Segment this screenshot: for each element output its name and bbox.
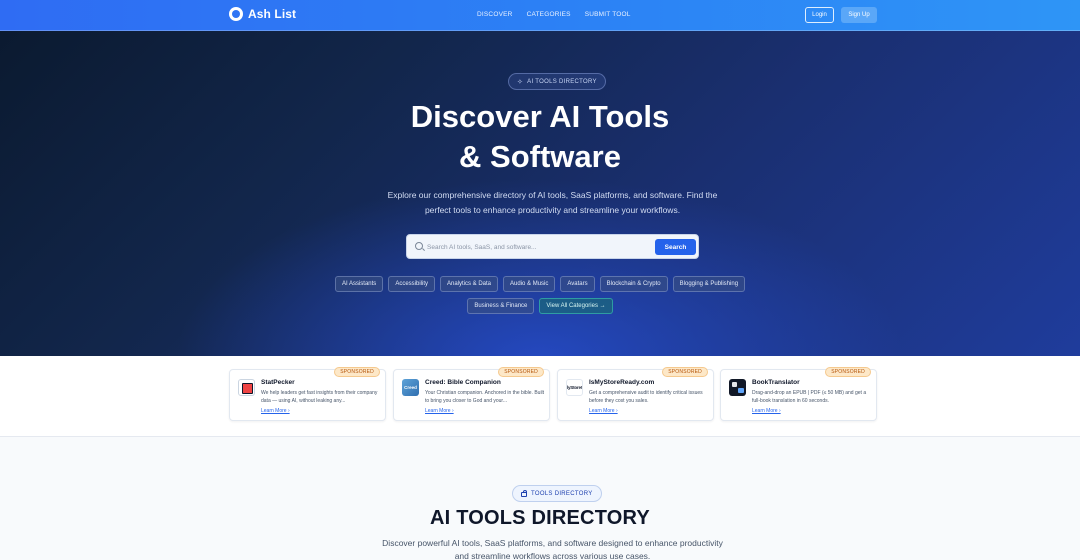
ismystoreready-logo-icon: lyStore! — [566, 379, 583, 396]
hero-title-line2: & Software — [459, 139, 621, 174]
learn-more-link[interactable]: Learn More › — [752, 408, 781, 414]
sponsored-badge: SPONSORED — [662, 367, 708, 377]
hero-badge-label: AI TOOLS DIRECTORY — [527, 78, 597, 85]
login-button[interactable]: Login — [805, 7, 834, 23]
card-description: Your Christian companion. Anchored in th… — [425, 390, 545, 404]
hero-section: ✧ AI TOOLS DIRECTORY Discover AI Tools &… — [0, 31, 1080, 356]
sponsored-badge: SPONSORED — [498, 367, 544, 377]
hero-badge: ✧ AI TOOLS DIRECTORY — [508, 73, 606, 90]
sponsored-section: SPONSORED StatPecker We help leaders get… — [0, 356, 1080, 437]
sponsored-card[interactable]: SPONSORED BookTranslator Drag-and-drop a… — [720, 367, 877, 421]
brand-name: Ash List — [248, 7, 297, 21]
top-navbar: Ash List DISCOVER CATEGORIES SUBMIT TOOL… — [0, 0, 1080, 31]
sponsored-badge: SPONSORED — [334, 367, 380, 377]
card-title: BookTranslator — [752, 379, 800, 386]
category-chip-audio-music[interactable]: Audio & Music — [503, 276, 556, 292]
creed-logo-icon: Creed — [402, 379, 419, 396]
search-button[interactable]: Search — [655, 239, 696, 255]
nav-categories[interactable]: CATEGORIES — [527, 11, 571, 18]
card-title: StatPecker — [261, 379, 295, 386]
learn-more-link[interactable]: Learn More › — [425, 408, 454, 414]
bag-icon — [521, 489, 527, 497]
search-input[interactable] — [427, 239, 652, 255]
sparkle-icon: ✧ — [517, 78, 524, 86]
signup-button[interactable]: Sign Up — [841, 7, 877, 23]
category-chip-avatars[interactable]: Avatars — [560, 276, 595, 292]
card-description: We help leaders get fast insights from t… — [261, 390, 378, 404]
sponsored-card[interactable]: SPONSORED Creed Creed: Bible Companion Y… — [393, 367, 550, 421]
category-chip-blogging-publishing[interactable]: Blogging & Publishing — [672, 276, 746, 292]
category-chip-business-finance[interactable]: Business & Finance — [467, 298, 535, 314]
view-all-categories-button[interactable]: View All Categories → — [539, 298, 613, 314]
card-description: Drag-and-drop an EPUB | PDF (≤ 50 MB) an… — [752, 390, 867, 404]
statpecker-logo-icon — [238, 379, 255, 396]
hero-subtitle: Explore our comprehensive directory of A… — [387, 190, 718, 215]
brand-mark-icon — [229, 7, 243, 21]
category-chip-accessibility[interactable]: Accessibility — [388, 276, 435, 292]
category-chip-analytics-data[interactable]: Analytics & Data — [440, 276, 499, 292]
booktranslator-logo-icon — [729, 379, 746, 396]
sponsored-card[interactable]: SPONSORED StatPecker We help leaders get… — [229, 367, 386, 421]
category-chips-row2: Business & Finance View All Categories → — [0, 298, 1080, 314]
learn-more-link[interactable]: Learn More › — [589, 408, 618, 414]
search-bar: Search — [406, 234, 699, 259]
sponsored-badge: SPONSORED — [825, 367, 871, 377]
hero-title-line1: Discover AI Tools — [410, 99, 670, 134]
brand-logo[interactable]: Ash List — [229, 7, 296, 21]
nav-discover[interactable]: DISCOVER — [477, 11, 513, 18]
directory-title: AI TOOLS DIRECTORY — [430, 507, 650, 529]
learn-more-link[interactable]: Learn More › — [261, 408, 290, 414]
category-chip-ai-assistants[interactable]: AI Assistants — [334, 276, 384, 292]
nav-submit-tool[interactable]: SUBMIT TOOL — [585, 11, 631, 18]
category-chips-row1: AI Assistants Accessibility Analytics & … — [0, 276, 1080, 292]
tools-directory-badge: TOOLS DIRECTORY — [512, 485, 602, 502]
card-title: Creed: Bible Companion — [425, 379, 501, 386]
category-chip-blockchain-crypto[interactable]: Blockchain & Crypto — [599, 276, 668, 292]
hero-title: Discover AI Tools & Software — [0, 97, 1080, 177]
sponsored-card[interactable]: SPONSORED lyStore! IsMyStoreReady.com Ge… — [557, 367, 714, 421]
card-title: IsMyStoreReady.com — [589, 379, 655, 386]
search-icon — [415, 242, 423, 250]
directory-subtitle: Discover powerful AI tools, SaaS platfor… — [382, 538, 723, 560]
main-nav: DISCOVER CATEGORIES SUBMIT TOOL — [477, 11, 631, 18]
card-description: Get a comprehensive audit to identify cr… — [589, 390, 703, 404]
tools-directory-badge-label: TOOLS DIRECTORY — [531, 490, 593, 497]
